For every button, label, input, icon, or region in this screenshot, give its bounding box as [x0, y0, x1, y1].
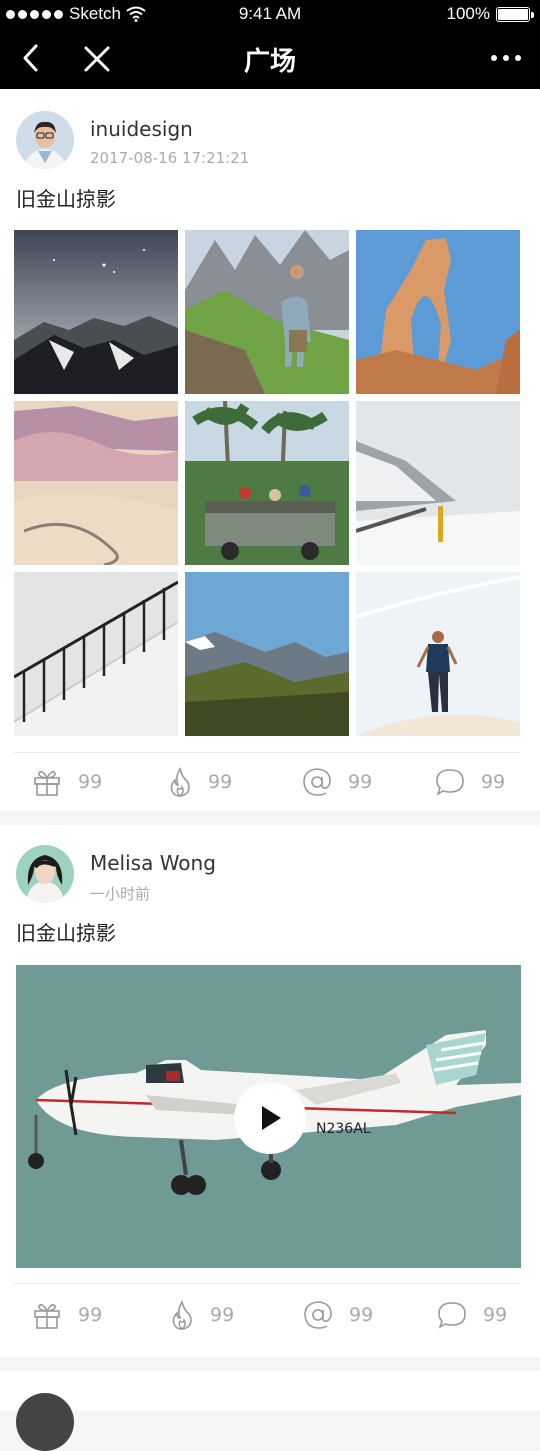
comment-count: 99 — [483, 1304, 508, 1326]
avatar[interactable] — [16, 1393, 74, 1451]
post-text: 旧金山掠影 — [16, 187, 116, 211]
play-icon — [262, 1106, 281, 1130]
username[interactable]: Melisa Wong — [90, 851, 216, 875]
comment-icon — [436, 769, 464, 796]
at-icon — [303, 768, 331, 796]
username[interactable]: inuidesign — [90, 117, 193, 141]
divider — [14, 1283, 520, 1284]
gift-icon — [34, 771, 60, 796]
photo-hiker-on-ridge[interactable] — [185, 230, 349, 394]
mention-count: 99 — [348, 771, 373, 793]
post-card: Melisa Wong 一小时前 旧金山掠影 N236AL 99 99 99 9… — [0, 825, 540, 1357]
comment-icon — [438, 1302, 466, 1329]
battery-group: 100% — [446, 4, 534, 24]
comment-button[interactable]: 99 — [435, 762, 505, 802]
gift-button[interactable]: 99 — [32, 1295, 102, 1335]
battery-level — [498, 8, 528, 20]
photo-snowy-road[interactable] — [356, 401, 520, 565]
post-card — [0, 1371, 540, 1451]
post-timestamp: 2017-08-16 17:21:21 — [90, 149, 250, 167]
tail-number: N236AL — [316, 1121, 371, 1137]
avatar[interactable] — [16, 845, 74, 903]
status-bar: Sketch 9:41 AM 100% — [0, 0, 540, 28]
at-icon — [304, 1301, 332, 1329]
photo-tropical-jeep[interactable] — [185, 401, 349, 565]
divider — [14, 752, 520, 753]
photo-starry-mountains[interactable] — [14, 230, 178, 394]
photo-sand-dunes[interactable] — [14, 401, 178, 565]
fire-button[interactable]: 99 — [170, 1295, 234, 1335]
photo-mountain-valley[interactable] — [185, 572, 349, 736]
avatar[interactable] — [16, 111, 74, 169]
fire-count: 99 — [208, 771, 233, 793]
mention-button[interactable]: 99 — [303, 1295, 373, 1335]
fire-icon — [170, 767, 190, 797]
fire-count: 99 — [210, 1304, 235, 1326]
post-card: inuidesign 2017-08-16 17:21:21 旧金山掠影 99 … — [0, 89, 540, 811]
battery-icon — [496, 6, 534, 22]
mention-button[interactable]: 99 — [302, 762, 372, 802]
fire-button[interactable]: 99 — [168, 762, 232, 802]
action-bar: 99 99 99 99 — [0, 762, 540, 812]
comment-count: 99 — [481, 771, 506, 793]
photo-staircase[interactable] — [14, 572, 178, 736]
play-button[interactable] — [234, 1082, 306, 1154]
fire-icon — [172, 1300, 192, 1330]
action-bar: 99 99 99 99 — [0, 1295, 540, 1345]
gift-button[interactable]: 99 — [32, 762, 102, 802]
photo-desert-arch[interactable] — [356, 230, 520, 394]
more-options-button[interactable] — [486, 48, 526, 68]
feed: inuidesign 2017-08-16 17:21:21 旧金山掠影 99 … — [0, 89, 540, 1451]
photo-grid — [14, 230, 521, 737]
mention-count: 99 — [349, 1304, 374, 1326]
navigation-bar: 广场 — [0, 28, 540, 89]
post-timestamp: 一小时前 — [90, 885, 151, 903]
battery-percent: 100% — [446, 4, 490, 23]
close-icon[interactable] — [80, 42, 114, 76]
comment-button[interactable]: 99 — [437, 1295, 507, 1335]
gift-icon — [34, 1304, 60, 1329]
gift-count: 99 — [78, 771, 103, 793]
post-text: 旧金山掠影 — [16, 921, 116, 945]
gift-count: 99 — [78, 1304, 103, 1326]
photo-walker-on-dune[interactable] — [356, 572, 520, 736]
video-player[interactable]: N236AL — [16, 965, 521, 1268]
back-arrow-icon[interactable] — [16, 42, 48, 74]
